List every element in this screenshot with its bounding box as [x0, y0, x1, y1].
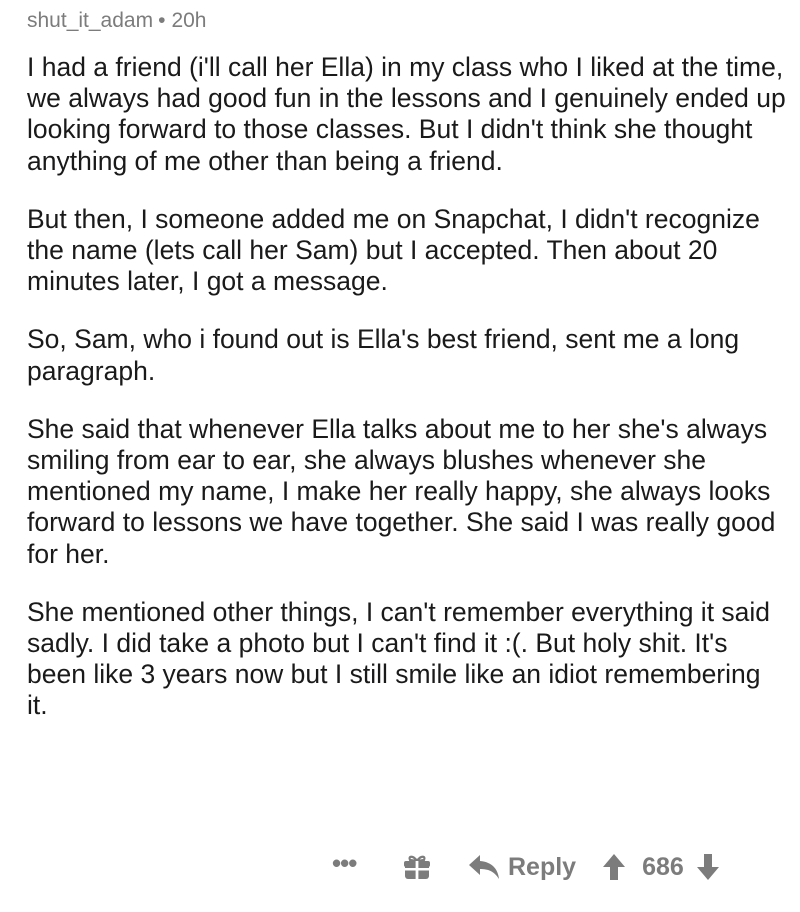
comment-paragraph: But then, I someone added me on Snapchat… — [27, 203, 760, 297]
comment-paragraph: I had a friend (i'll call her Ella) in m… — [27, 52, 786, 176]
upvote-arrow-icon[interactable] — [602, 853, 626, 881]
vote-score: 686 — [642, 852, 684, 881]
downvote-arrow-icon[interactable] — [696, 853, 720, 881]
gift-icon[interactable] — [402, 852, 432, 882]
meta-separator: • — [158, 9, 166, 32]
more-dots-icon[interactable]: ••• — [332, 850, 366, 876]
comment-paragraph: So, Sam, who i found out is Ella's best … — [27, 324, 740, 386]
comment-paragraph: She mentioned other things, I can't reme… — [27, 596, 771, 721]
comment-action-bar: ••• Reply 686 — [332, 847, 720, 887]
reply-label: Reply — [508, 852, 577, 881]
comment-body: I had a friend (i'll call her Ella) in m… — [27, 52, 787, 749]
comment-age[interactable]: 20h — [171, 9, 206, 32]
comment-paragraph: She said that whenever Ella talks about … — [27, 413, 776, 569]
comment-meta: shut_it_adam • 20h — [27, 9, 207, 33]
reply-arrow-icon — [469, 855, 499, 879]
author-username[interactable]: shut_it_adam — [27, 9, 153, 32]
reply-button[interactable]: Reply — [468, 853, 576, 882]
